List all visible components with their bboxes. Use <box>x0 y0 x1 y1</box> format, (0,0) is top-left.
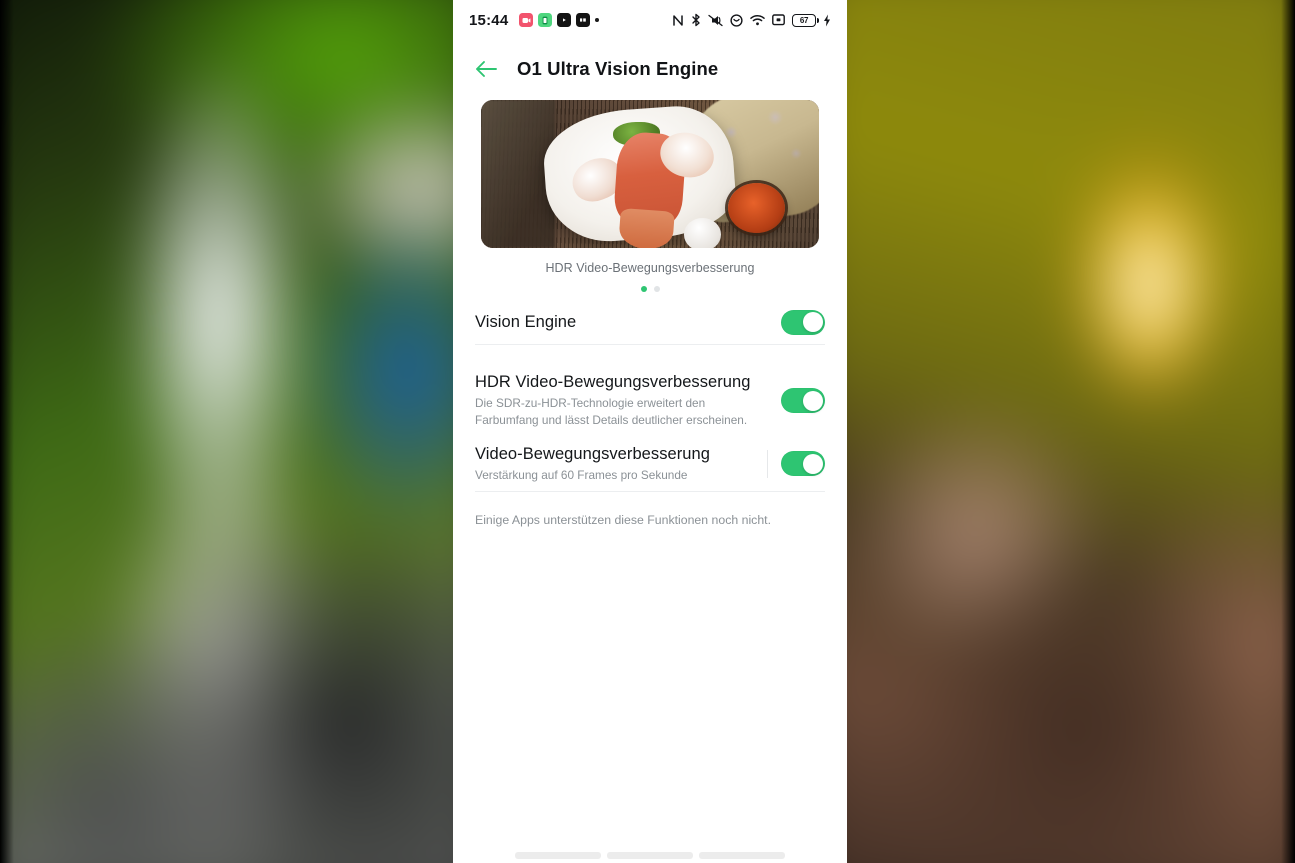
row-vision-engine-title: Vision Engine <box>475 312 577 331</box>
features-section: HDR Video-Bewegungsverbesserung Die SDR-… <box>453 365 847 491</box>
hero-caption: HDR Video-Bewegungsverbesserung <box>545 261 755 275</box>
status-bar-notification-icons <box>519 13 600 27</box>
charging-bolt-icon <box>823 14 831 27</box>
row-video-motion-subtitle: Verstärkung auf 60 Frames pro Sekunde <box>475 467 688 482</box>
row-video-motion-title: Video-Bewegungsverbesserung <box>475 444 710 463</box>
row-video-motion[interactable]: Video-Bewegungsverbesserung Verstärkung … <box>475 437 825 492</box>
row-vision-engine-trailing <box>781 309 825 335</box>
hero-section: HDR Video-Bewegungsverbesserung <box>453 94 847 292</box>
row-hdr-texts: HDR Video-Bewegungsverbesserung Die SDR-… <box>475 373 781 429</box>
back-arrow-icon[interactable] <box>475 60 497 78</box>
row-hdr-title: HDR Video-Bewegungsverbesserung <box>475 373 751 391</box>
toggle-video-motion[interactable] <box>781 451 825 477</box>
pager-dot-inactive[interactable] <box>653 286 660 292</box>
background-left-vignette <box>0 0 14 863</box>
system-navigation-bar <box>453 841 847 863</box>
background-right-vignette <box>1281 0 1295 863</box>
background-right-blur <box>796 0 1295 863</box>
cast-icon <box>772 14 785 26</box>
hero-image[interactable] <box>481 100 819 248</box>
hero-image-artwork <box>481 100 819 248</box>
status-bar: 15:44 67 <box>453 0 847 40</box>
status-bar-left: 15:44 <box>469 11 600 29</box>
row-vision-engine-texts: Vision Engine <box>475 313 781 332</box>
phone-screen: 15:44 67 O1 Ultra Vision Engine HDR Vide… <box>453 0 847 863</box>
nav-segment-home[interactable] <box>607 852 693 859</box>
battery-saver-icon <box>538 13 553 27</box>
status-bar-clock: 15:44 <box>469 11 509 29</box>
dipping-sauce-bowl <box>727 182 786 234</box>
toggle-knob <box>802 453 823 474</box>
video-player-icon <box>557 13 572 27</box>
camera-recorder-icon <box>519 13 534 27</box>
page-title: O1 Ultra Vision Engine <box>517 58 719 79</box>
pager-dot-active[interactable] <box>640 286 647 292</box>
row-hdr-video-motion[interactable]: HDR Video-Bewegungsverbesserung Die SDR-… <box>475 365 825 437</box>
battery-icon: 67 <box>792 13 819 27</box>
wifi-icon <box>750 14 765 26</box>
status-bar-right: 67 <box>672 13 831 27</box>
app-bar: O1 Ultra Vision Engine <box>453 40 847 94</box>
row-hdr-subtitle: Die SDR-zu-HDR-Technologie erweitert den… <box>475 396 748 427</box>
toggle-vision-engine[interactable] <box>781 309 825 335</box>
toggle-hdr-video-motion[interactable] <box>781 388 825 414</box>
nfc-icon <box>672 14 684 27</box>
vibrate-mute-icon <box>708 14 723 27</box>
hero-pager[interactable] <box>481 275 819 292</box>
nav-segment-back[interactable] <box>699 852 785 859</box>
bluetooth-icon <box>691 13 701 27</box>
master-section: Vision Engine <box>453 292 847 344</box>
toggle-knob <box>802 312 823 332</box>
row-vision-engine[interactable]: Vision Engine <box>475 292 825 344</box>
screen-root: 15:44 67 O1 Ultra Vision Engine HDR Vide… <box>0 0 1295 863</box>
row-video-motion-trailing <box>767 449 825 478</box>
small-cup <box>683 218 721 248</box>
nav-segment-recents[interactable] <box>515 852 601 859</box>
more-dot-icon <box>595 18 600 22</box>
location-vpn-icon <box>730 13 743 27</box>
screen-record-icon <box>576 13 591 27</box>
row-hdr-trailing <box>781 388 825 414</box>
row-video-motion-texts: Video-Bewegungsverbesserung Verstärkung … <box>475 445 767 484</box>
vertical-separator <box>767 449 768 478</box>
footnote-text: Einige Apps unterstützen diese Funktione… <box>475 513 772 528</box>
battery-level-label: 67 <box>799 15 809 25</box>
background-left-blur <box>0 0 499 863</box>
toggle-knob <box>802 390 823 411</box>
